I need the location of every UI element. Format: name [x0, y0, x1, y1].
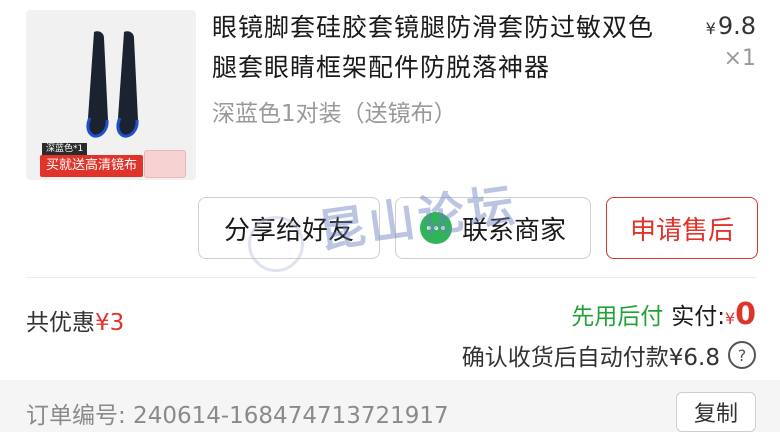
contact-merchant-button[interactable]: 联系商家 — [395, 197, 591, 259]
paid-symbol: ¥ — [724, 309, 736, 328]
after-sales-button[interactable]: 申请售后 — [606, 197, 758, 259]
after-sales-button-label: 申请售后 — [629, 215, 734, 246]
copy-order-number-button[interactable]: 复制 — [676, 392, 756, 432]
discount-value: ¥3 — [95, 310, 125, 336]
divider — [26, 277, 756, 278]
paid-value: 0 — [735, 297, 756, 332]
chat-icon — [419, 212, 452, 244]
product-image[interactable]: 深蓝色*1 买就送高清镜布 — [26, 10, 196, 180]
share-button[interactable]: 分享给好友 — [198, 197, 380, 259]
total-discount: 共优惠¥3 — [26, 303, 124, 337]
contact-button-label: 联系商家 — [461, 215, 566, 246]
lens-cloth-picture — [144, 150, 186, 178]
product-quantity: ×1 — [723, 46, 756, 71]
share-button-label: 分享给好友 — [223, 215, 354, 246]
auto-pay-text: 确认收货后自动付款¥6.8 — [461, 345, 720, 371]
copy-button-label: 复制 — [693, 402, 738, 427]
product-title[interactable]: 眼镜脚套硅胶套镜腿防滑套防过敏双色腿套眼睛框架配件防脱落神器 — [212, 8, 672, 88]
pay-later-label: 先用后付 — [571, 304, 664, 330]
discount-label: 共优惠 — [26, 310, 95, 336]
price-value: 9.8 — [717, 12, 756, 40]
image-promo-banner: 买就送高清镜布 — [40, 155, 144, 177]
paid-label: 实付: — [671, 304, 725, 330]
auto-pay-note: 确认收货后自动付款¥6.8? — [462, 338, 756, 372]
product-variant: 深蓝色1对装（送镜布） — [212, 101, 457, 127]
paid-amount: 先用后付 实付:¥0 — [571, 297, 756, 332]
help-icon[interactable]: ? — [728, 341, 756, 369]
product-price: ¥9.8 — [706, 12, 756, 40]
order-number: 订单编号: 240614-168474713721917 — [26, 403, 449, 429]
order-item-card: 深蓝色*1 买就送高清镜布 眼镜脚套硅胶套镜腿防滑套防过敏双色腿套眼睛框架配件防… — [0, 0, 780, 380]
price-symbol: ¥ — [705, 19, 716, 38]
